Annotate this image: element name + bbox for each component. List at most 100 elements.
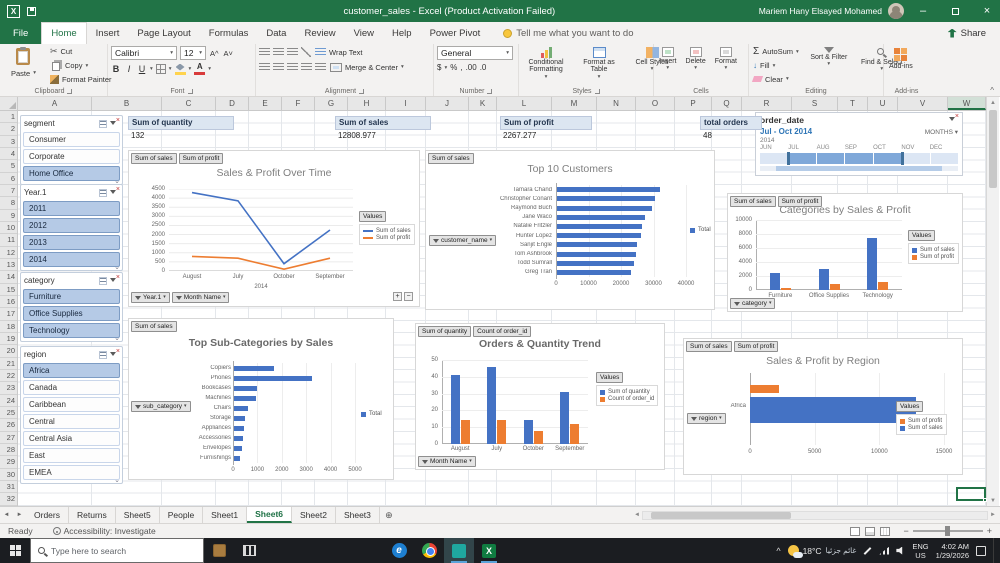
clear-filter-icon[interactable]	[110, 348, 120, 359]
account-avatar[interactable]	[888, 3, 904, 19]
taskbar-button-code-icon[interactable]	[444, 538, 474, 563]
dialog-launcher-icon[interactable]	[594, 88, 600, 94]
slicer-item-home-office[interactable]: Home Office	[23, 166, 120, 181]
timeline-right-handle[interactable]	[901, 152, 904, 165]
accessibility-status[interactable]: Accessibility: Investigate	[52, 526, 156, 536]
slicer-region[interactable]: region Africa Canada Caribbean Central Centra…	[20, 346, 123, 484]
scrollbar-track[interactable]	[987, 108, 999, 495]
row-header-28[interactable]: 28	[0, 444, 17, 457]
chart-orders-quantity-trend[interactable]: Orders & Quantity Trend Sum of quantity Co…	[415, 323, 665, 470]
taskbar-button-edge-icon[interactable]	[384, 538, 414, 563]
scroll-down-icon[interactable]: ⌄	[114, 263, 120, 271]
row-header-25[interactable]: 25	[0, 407, 17, 420]
close-button[interactable]: ×	[974, 0, 1000, 22]
account-name[interactable]: Mariem Hany Elsayed Mohamed	[759, 6, 882, 16]
column-header-P[interactable]: P	[675, 97, 712, 110]
clear-filter-icon[interactable]	[110, 186, 120, 197]
row-header-14[interactable]: 14	[0, 271, 17, 284]
align-left-button[interactable]	[259, 63, 270, 71]
weather-widget[interactable]: 18°C غائم جزئيا	[787, 545, 856, 558]
column-header-G[interactable]: G	[315, 97, 348, 110]
slicer-item-furniture[interactable]: Furniture	[23, 289, 120, 304]
timeline-segment-nov[interactable]	[902, 153, 930, 164]
chart-top-10-customers[interactable]: Top 10 Customers Sum of sales Tamara Chand…	[425, 150, 715, 310]
row-header-6[interactable]: 6	[0, 173, 17, 185]
pivot-header-sum-of-profit[interactable]: Sum of profit	[500, 116, 592, 130]
row-header-26[interactable]: 26	[0, 419, 17, 432]
active-cell[interactable]	[956, 487, 987, 502]
field-button-values[interactable]: Values	[359, 211, 387, 223]
row-header-5[interactable]: 5	[0, 160, 17, 173]
row-header-13[interactable]: 13	[0, 259, 17, 272]
ribbon-tab-file[interactable]: File	[0, 22, 42, 44]
zoom-slider-thumb[interactable]	[944, 526, 950, 536]
slicer-item-2012[interactable]: 2012	[23, 218, 120, 233]
ribbon-tab-formulas[interactable]: Formulas	[200, 22, 258, 44]
taskbar-button-store-icon[interactable]	[204, 538, 234, 563]
field-button-count-of-order-id[interactable]: Count of order_id	[473, 326, 532, 338]
language-indicator[interactable]: ENG US	[912, 542, 928, 560]
row-header-32[interactable]: 32	[0, 493, 17, 506]
dialog-launcher-icon[interactable]	[67, 88, 73, 94]
slicer-item-canada[interactable]: Canada	[23, 380, 120, 395]
field-button-sub-category[interactable]: sub_category ▾	[131, 401, 191, 413]
row-header-10[interactable]: 10	[0, 222, 17, 235]
timeline-scroll-thumb[interactable]	[775, 166, 943, 171]
select-all-button[interactable]	[0, 97, 18, 111]
zoom-out-button[interactable]: −	[903, 526, 908, 536]
cut-button[interactable]: ✂ Cut	[49, 46, 113, 58]
align-center-button[interactable]	[273, 63, 284, 71]
pivot-value-sum-of-sales[interactable]: 12808.977	[335, 131, 431, 143]
dialog-launcher-icon[interactable]	[359, 88, 365, 94]
row-header-17[interactable]: 17	[0, 308, 17, 321]
column-header-U[interactable]: U	[868, 97, 898, 110]
sheet-nav-right-icon[interactable]: ►	[13, 507, 26, 523]
column-header-T[interactable]: T	[838, 97, 868, 110]
new-sheet-button[interactable]: ⊕	[380, 507, 398, 523]
field-button-sum-of-sales[interactable]: Sum of sales	[131, 321, 177, 333]
font-color-button[interactable]: A	[194, 63, 206, 75]
orientation-button[interactable]	[301, 47, 311, 57]
sheet-tab-people[interactable]: People	[160, 507, 204, 523]
align-bottom-button[interactable]	[287, 48, 298, 56]
collapse-ribbon-icon[interactable]: ^	[990, 86, 994, 95]
page-layout-view-icon[interactable]	[865, 526, 876, 536]
ribbon-tab-help[interactable]: Help	[383, 22, 421, 44]
slicer-category[interactable]: category Furniture Office Supplies Technolo…	[20, 272, 123, 342]
slicer-item-office-supplies[interactable]: Office Supplies	[23, 306, 120, 321]
field-button-customer-name[interactable]: customer_name ▾	[429, 235, 497, 247]
ribbon-tab-power-pivot[interactable]: Power Pivot	[421, 22, 490, 44]
sheet-nav-left-icon[interactable]: ◄	[0, 507, 13, 523]
hidden-icons-chevron[interactable]: ^	[776, 546, 780, 556]
timeline-segment-sep[interactable]	[845, 153, 873, 164]
page-break-view-icon[interactable]	[880, 526, 891, 536]
row-header-22[interactable]: 22	[0, 370, 17, 383]
timeline-selection-bar[interactable]	[760, 152, 958, 165]
timeline-granularity-dropdown[interactable]: MONTHS ▾	[925, 128, 958, 136]
tell-me-box[interactable]: Tell me what you want to do	[503, 22, 634, 44]
pivot-header-sum-of-quantity[interactable]: Sum of quantity	[128, 116, 234, 130]
column-header-M[interactable]: M	[552, 97, 597, 110]
comma-style-button[interactable]: ,	[460, 63, 462, 72]
slicer-item-caribbean[interactable]: Caribbean	[23, 397, 120, 412]
font-size-combo[interactable]: 12 ▾	[180, 46, 206, 60]
row-header-4[interactable]: 4	[0, 148, 17, 161]
field-button-values[interactable]: Values	[596, 372, 624, 384]
column-header-F[interactable]: F	[282, 97, 315, 110]
slicer-item-central[interactable]: Central	[23, 414, 120, 429]
increase-decimal-button[interactable]: .00	[466, 63, 477, 72]
pivot-header-total-orders[interactable]: total orders	[700, 116, 762, 130]
column-header-E[interactable]: E	[249, 97, 282, 110]
field-button-month-name[interactable]: Month Name ▾	[171, 292, 230, 304]
hscroll-thumb[interactable]	[650, 511, 791, 519]
taskbar-button-task-view-icon[interactable]	[234, 538, 264, 563]
row-header-8[interactable]: 8	[0, 197, 17, 210]
slicer-item-2014[interactable]: 2014	[23, 252, 120, 267]
timeline-left-handle[interactable]	[787, 152, 790, 165]
row-header-16[interactable]: 16	[0, 296, 17, 309]
zoom-slider[interactable]	[912, 526, 983, 536]
row-header-12[interactable]: 12	[0, 247, 17, 259]
sheet-tab-sheet3[interactable]: Sheet3	[336, 507, 380, 523]
slicer-item-2011[interactable]: 2011	[23, 201, 120, 216]
column-header-K[interactable]: K	[469, 97, 497, 110]
